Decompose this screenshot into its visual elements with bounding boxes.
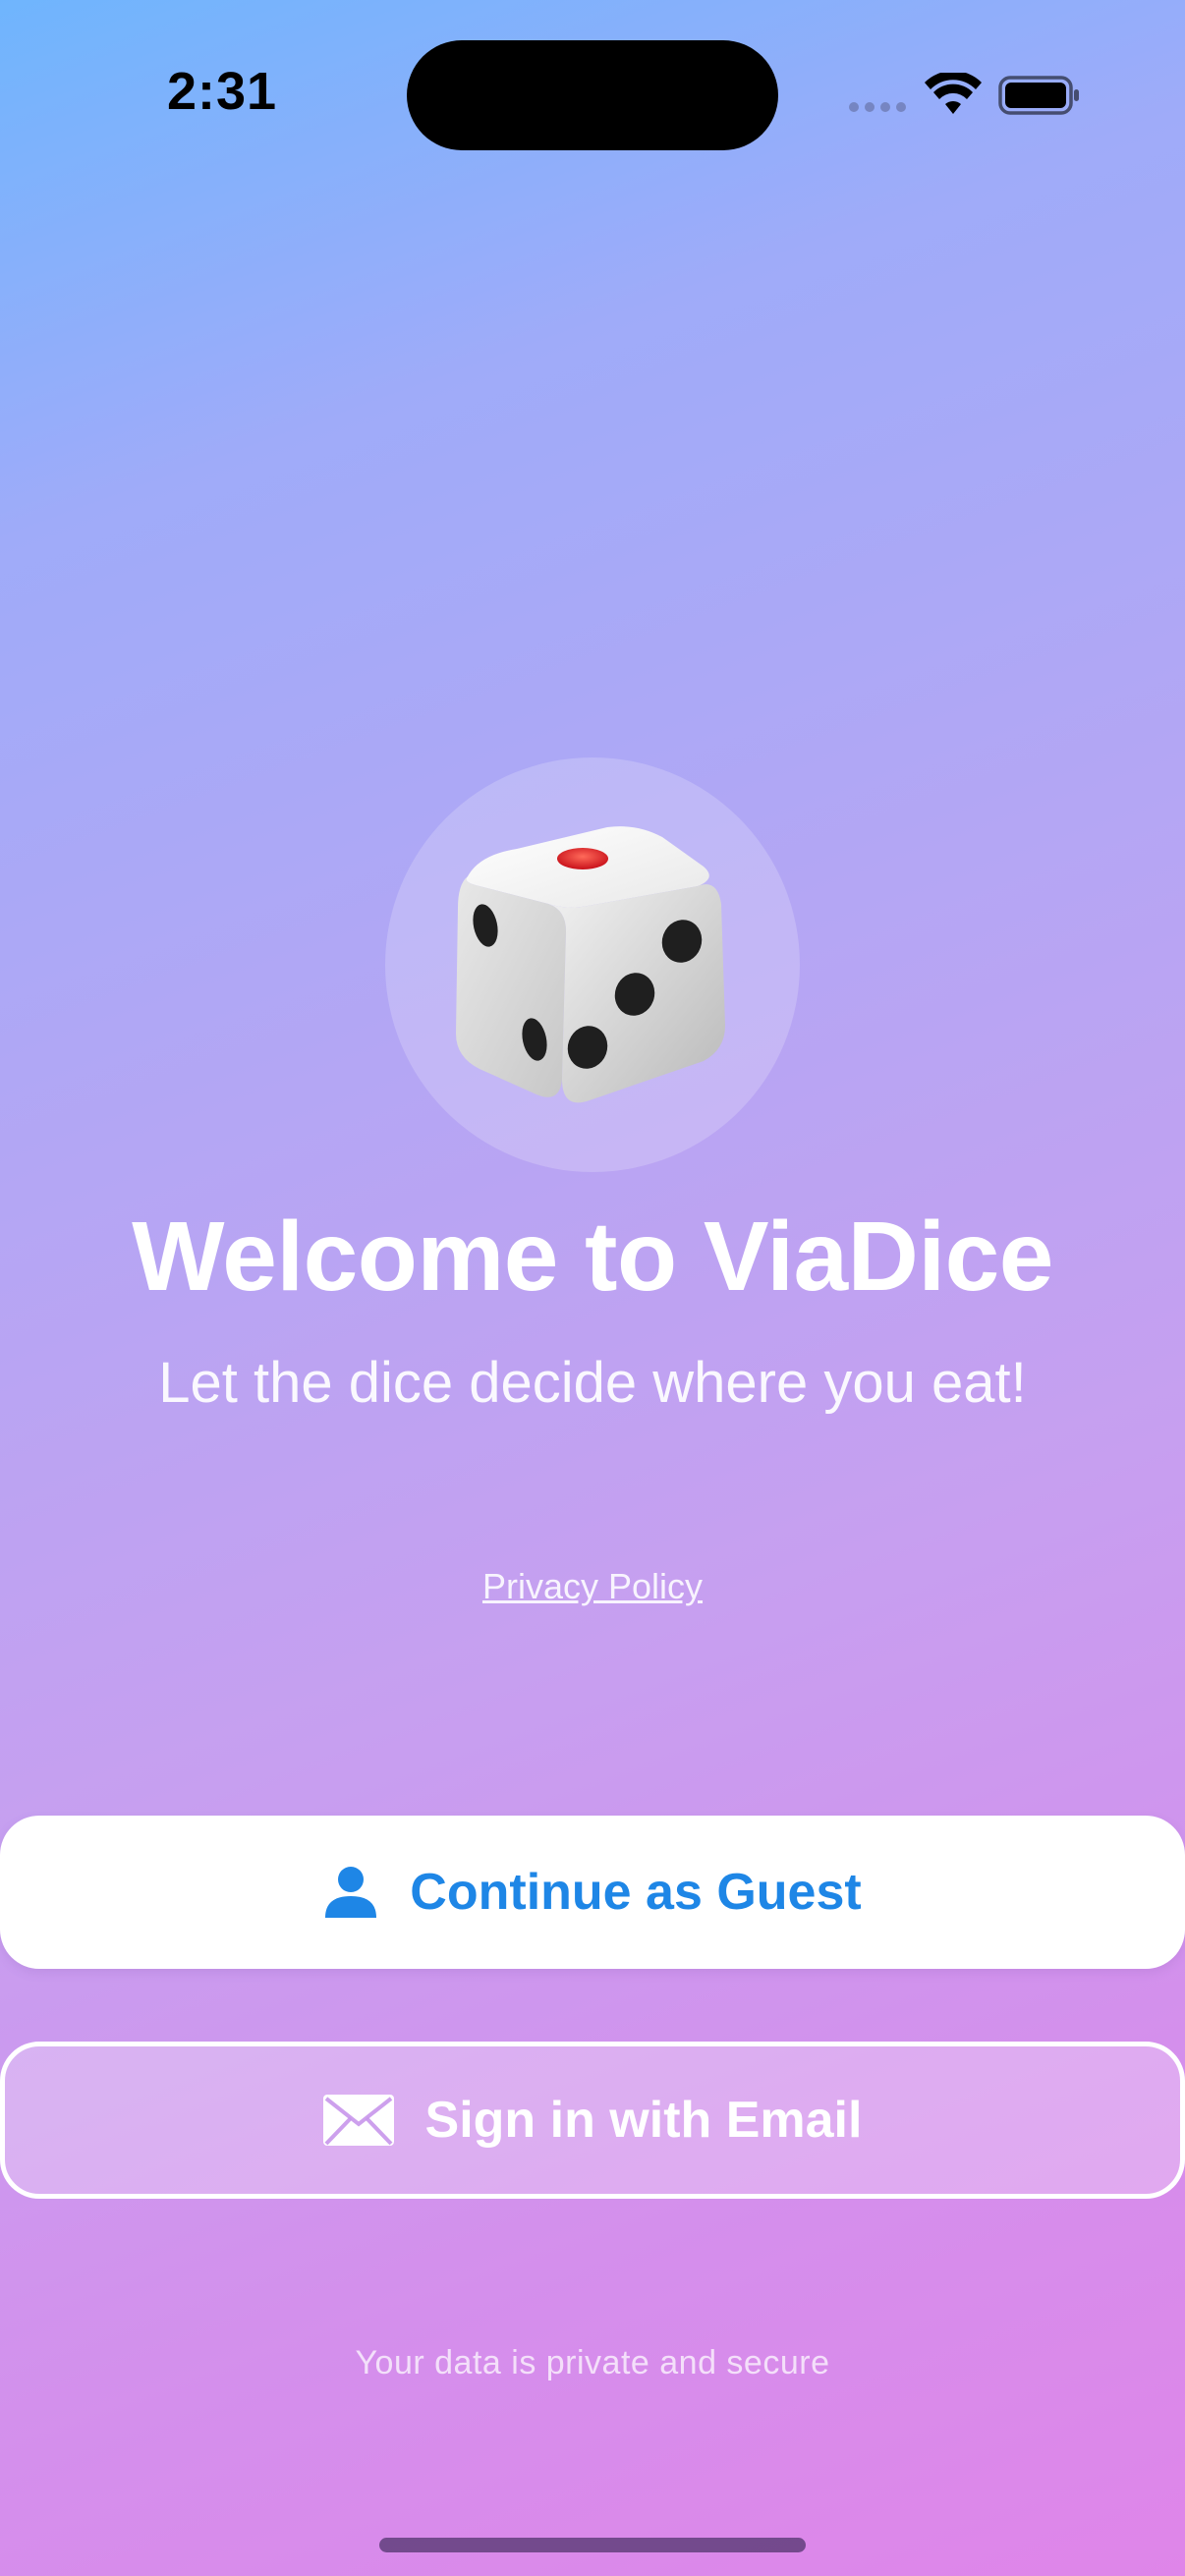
status-time: 2:31: [167, 62, 278, 121]
welcome-subtitle: Let the dice decide where you eat!: [158, 1351, 1027, 1415]
privacy-policy-link[interactable]: Privacy Policy: [0, 1566, 1185, 1607]
sign-in-with-email-label: Sign in with Email: [424, 2092, 863, 2149]
home-indicator[interactable]: [379, 2538, 806, 2552]
dice-icon: [456, 826, 725, 1103]
sign-in-with-email-button[interactable]: Sign in with Email: [0, 2042, 1185, 2199]
envelope-icon: [322, 2095, 394, 2146]
privacy-note: Your data is private and secure: [355, 2344, 830, 2381]
continue-as-guest-button[interactable]: Continue as Guest: [0, 1816, 1185, 1969]
person-icon: [325, 1867, 377, 1918]
wifi-icon: [925, 73, 982, 114]
cellular-signal-icon: [849, 102, 906, 112]
welcome-title: Welcome to ViaDice: [132, 1202, 1053, 1312]
battery-icon: [998, 76, 1079, 115]
dynamic-island: [407, 40, 778, 150]
continue-as-guest-label: Continue as Guest: [410, 1864, 862, 1921]
